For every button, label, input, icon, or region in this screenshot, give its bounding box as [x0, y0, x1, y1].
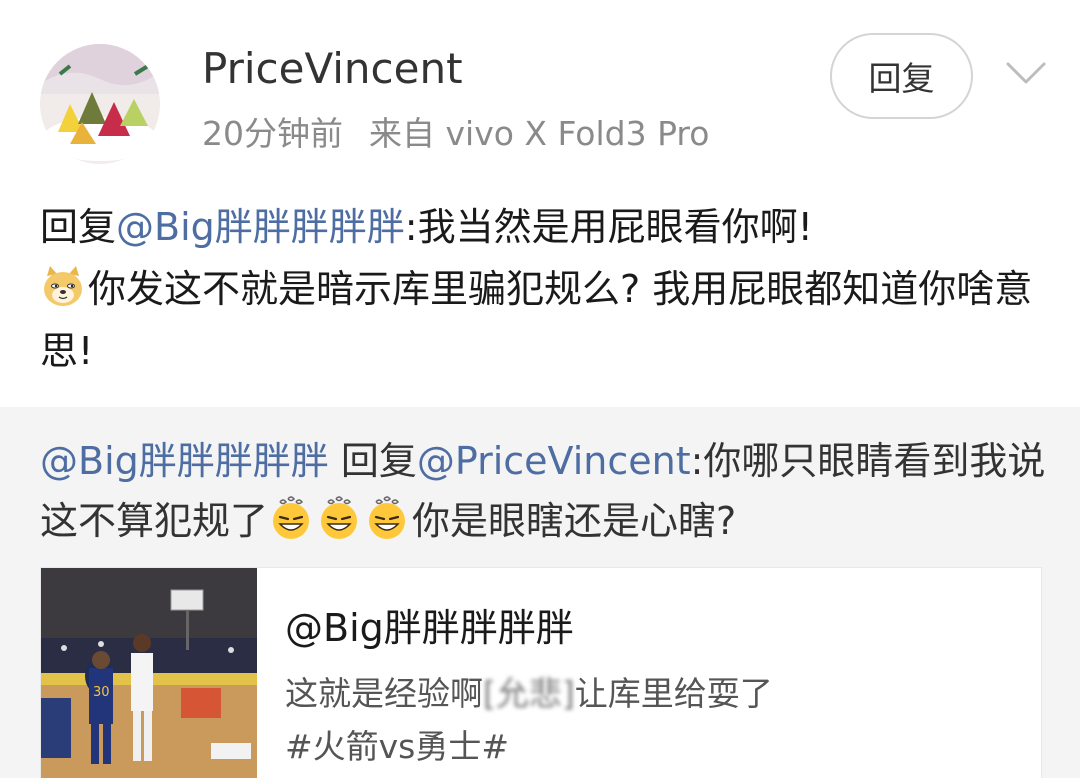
basketball-game-thumbnail[interactable]: 30: [41, 568, 257, 778]
comment-meta: 20分钟前 来自 vivo X Fold3 Pro: [202, 112, 709, 156]
card-text-part2: 让库里给耍了: [574, 674, 773, 713]
mention-link[interactable]: @Big胖胖胖胖胖: [116, 205, 405, 249]
card-text-part1: 这就是经验啊: [285, 674, 483, 713]
card-emoji-text: [允悲]: [483, 674, 575, 713]
svg-text:30: 30: [93, 685, 110, 700]
username[interactable]: PriceVincent: [202, 44, 463, 94]
dizzy-grin-icon: [369, 496, 406, 539]
doge-icon: [44, 266, 82, 306]
original-post-card[interactable]: 30 @Big胖胖胖胖胖 这就是经验啊[允悲]让库里给耍了 #火箭vs勇士#: [40, 567, 1042, 778]
dizzy-grin-icon: [321, 496, 358, 539]
avatar[interactable]: [40, 44, 160, 164]
quoted-text-part2: 你是眼瞎还是心瞎?: [412, 499, 737, 543]
reply-button[interactable]: 回复: [830, 33, 973, 119]
comment-text: :我当然是用屁眼看你啊!: [404, 205, 813, 249]
card-author[interactable]: @Big胖胖胖胖胖: [285, 604, 574, 652]
comment-text-continued: 你发这不就是暗示库里骗犯规么? 我用屁眼都知道你啥意思!: [40, 267, 1033, 373]
comment-header: PriceVincent 20分钟前 来自 vivo X Fold3 Pro 回复: [0, 0, 1080, 185]
reply-prefix: 回复: [40, 205, 117, 249]
mention-link[interactable]: @PriceVincent: [417, 439, 691, 483]
timestamp: 20分钟前: [202, 114, 343, 153]
card-hashtag[interactable]: #火箭vs勇士#: [285, 725, 509, 769]
chevron-down-icon[interactable]: [1004, 58, 1048, 88]
quoted-comment[interactable]: @Big胖胖胖胖胖 回复@PriceVincent:你哪只眼睛看到我说这不算犯规…: [0, 407, 1080, 778]
comment-content: 回复@Big胖胖胖胖胖:我当然是用屁眼看你啊! 你发这不就是暗示库里骗犯规么? …: [40, 196, 1050, 382]
reply-word: 回复: [328, 439, 417, 483]
quoted-text: @Big胖胖胖胖胖 回复@PriceVincent:你哪只眼睛看到我说这不算犯规…: [40, 431, 1050, 551]
device-source: 来自 vivo X Fold3 Pro: [369, 114, 710, 153]
card-text: 这就是经验啊[允悲]让库里给耍了: [285, 672, 773, 716]
dizzy-grin-icon: [273, 496, 310, 539]
mention-link[interactable]: @Big胖胖胖胖胖: [40, 439, 329, 483]
